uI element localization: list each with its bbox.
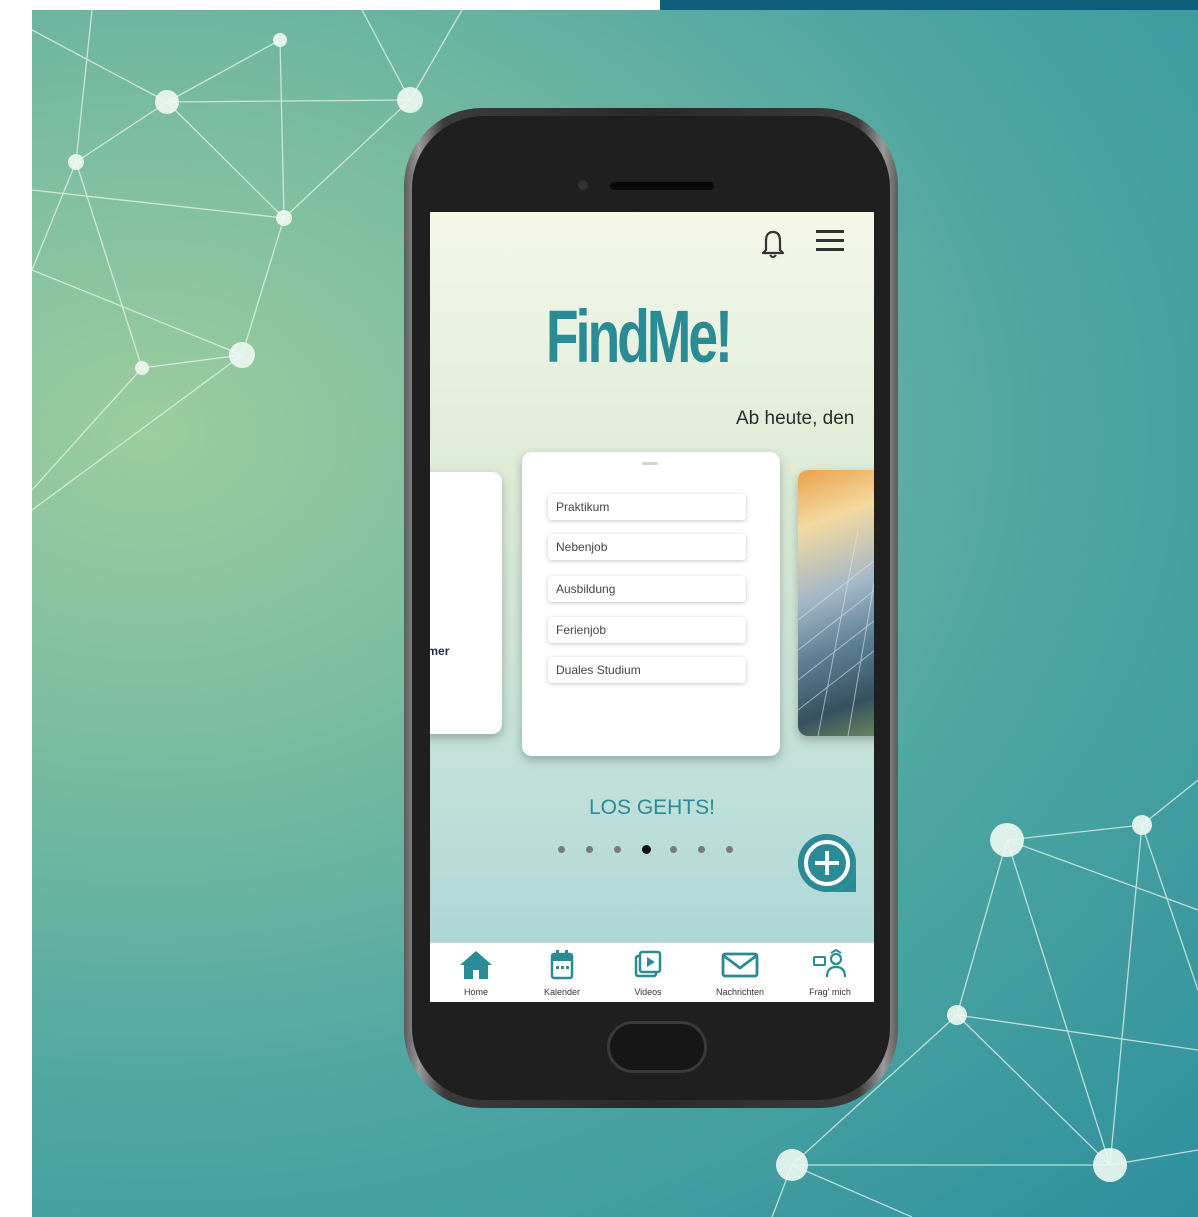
option-praktikum[interactable]: Praktikum [548,494,746,520]
tab-videos[interactable]: Videos [608,949,688,997]
tab-home-label: Home [463,987,488,997]
calendar-icon [550,950,574,980]
page-dot[interactable] [670,846,677,853]
lets-go-button[interactable]: LOS GEHTS! [430,796,874,820]
date-text: Ab heute, den [736,408,855,429]
page-dot[interactable] [586,846,593,853]
top-band [660,0,1198,10]
tab-nachrichten-label: Nachrichten [715,987,765,997]
building-image [798,529,874,736]
carousel-card-left[interactable]: ammer [430,472,502,734]
page-dot-active[interactable] [642,845,651,854]
carousel-card-center[interactable]: Praktikum Nebenjob Ausbildung Ferienjob … [522,452,780,756]
video-icon [634,950,662,978]
option-ferienjob[interactable]: Ferienjob [548,617,746,643]
speaker [610,182,714,190]
option-ausbildung[interactable]: Ausbildung [548,576,746,602]
tab-videos-label: Videos [634,987,662,997]
card-left-title: ammer [430,644,450,658]
option-duales-studium[interactable]: Duales Studium [548,657,746,683]
bell-icon[interactable] [758,226,788,264]
app-logo: FindMe! [546,295,733,378]
card-handle [642,462,658,465]
page-dot[interactable] [698,846,705,853]
camera [578,180,588,190]
option-nebenjob[interactable]: Nebenjob [548,534,746,560]
page-dot[interactable] [558,846,565,853]
tab-home[interactable]: Home [436,949,516,997]
mail-icon [721,952,759,978]
menu-icon[interactable] [816,228,844,258]
tab-nachrichten[interactable]: Nachrichten [700,949,780,997]
page-dot[interactable] [614,846,621,853]
tab-kalender[interactable]: Kalender [522,949,602,997]
tab-frag-mich[interactable]: Frag' mich [790,948,870,997]
ask-icon [813,948,847,978]
phone-screen: FindMe! Ab heute, den ammer Praktikum Ne… [430,212,874,1002]
page-dot[interactable] [726,846,733,853]
home-button[interactable] [607,1021,707,1073]
carousel-card-right-image[interactable] [798,470,874,736]
add-button[interactable] [794,830,860,900]
home-icon [460,951,492,979]
plus-icon [798,834,856,892]
tab-frag-mich-label: Frag' mich [809,987,851,997]
bottom-tab-bar: Home Kalender Videos Nachrichten Frag' m… [430,942,874,1002]
tab-kalender-label: Kalender [543,987,581,997]
